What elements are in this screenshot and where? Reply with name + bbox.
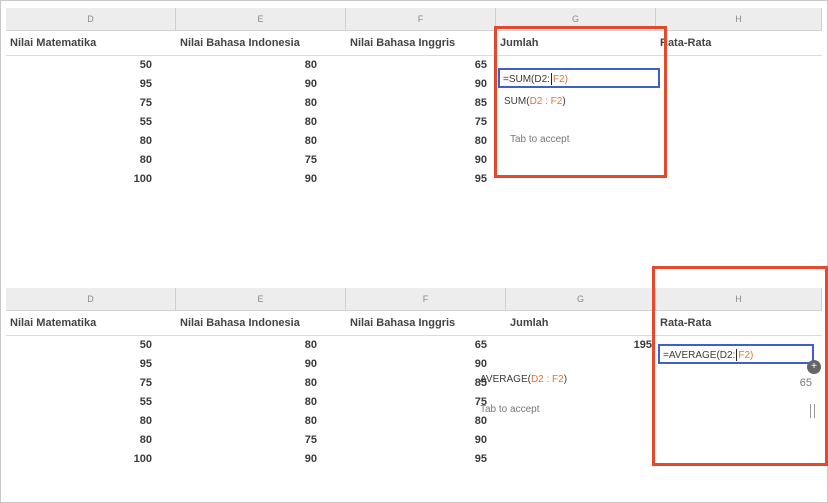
cell-f[interactable]: 90 (346, 75, 491, 94)
table-row: 100 90 95 (6, 170, 822, 189)
cell-e[interactable]: 90 (176, 75, 321, 94)
header-row: Nilai Matematika Nilai Bahasa Indonesia … (6, 31, 822, 56)
cell-e[interactable]: 90 (176, 170, 321, 189)
column-header-e[interactable]: E (176, 288, 346, 310)
cell-d[interactable]: 100 (6, 170, 156, 189)
cell-e[interactable]: 80 (176, 56, 321, 75)
cell-d[interactable]: 80 (6, 412, 156, 431)
table-row: 55 80 75 (6, 113, 822, 132)
cell-d[interactable]: 80 (6, 151, 156, 170)
cell-e[interactable]: 80 (176, 94, 321, 113)
cell-f[interactable]: 65 (346, 336, 491, 355)
header-nilai-bahasa-indonesia[interactable]: Nilai Bahasa Indonesia (176, 31, 346, 55)
header-nilai-bahasa-inggris[interactable]: Nilai Bahasa Inggris (346, 311, 506, 335)
cell-d[interactable]: 100 (6, 450, 156, 469)
highlight-box-rata-rata (652, 266, 828, 466)
column-header-d[interactable]: D (6, 288, 176, 310)
cell-f[interactable]: 85 (346, 94, 491, 113)
cell-e[interactable]: 80 (176, 374, 321, 393)
cell-e[interactable]: 75 (176, 431, 321, 450)
cell-f[interactable]: 90 (346, 355, 491, 374)
table-row: 75 80 85 (6, 94, 822, 113)
cell-e[interactable]: 80 (176, 336, 321, 355)
cell-e[interactable]: 90 (176, 450, 321, 469)
table-row: 95 90 90 (6, 75, 822, 94)
cell-d[interactable]: 80 (6, 431, 156, 450)
column-header-row: D E F G H (6, 8, 822, 31)
tab-accept-hint: Tab to accept (480, 404, 540, 415)
cell-f[interactable]: 95 (346, 170, 491, 189)
cell-e[interactable]: 80 (176, 132, 321, 151)
hint-range: D2 : F2 (530, 374, 564, 385)
function-hint: AVERAGE(D2 : F2) (480, 374, 567, 385)
cell-e[interactable]: 80 (176, 393, 321, 412)
column-header-f[interactable]: F (346, 8, 496, 30)
cell-f[interactable]: 85 (346, 374, 491, 393)
cell-d[interactable]: 95 (6, 75, 156, 94)
column-header-h[interactable]: H (656, 8, 822, 30)
cell-f[interactable]: 90 (346, 151, 491, 170)
cell-e[interactable]: 80 (176, 113, 321, 132)
cell-f[interactable]: 75 (346, 393, 491, 412)
column-header-f[interactable]: F (346, 288, 506, 310)
highlight-box-jumlah (494, 26, 667, 178)
header-nilai-bahasa-indonesia[interactable]: Nilai Bahasa Indonesia (176, 311, 346, 335)
cell-f[interactable]: 80 (346, 132, 491, 151)
header-nilai-bahasa-inggris[interactable]: Nilai Bahasa Inggris (346, 31, 496, 55)
header-nilai-matematika[interactable]: Nilai Matematika (6, 311, 176, 335)
cell-f[interactable]: 90 (346, 431, 491, 450)
column-header-g[interactable]: G (506, 288, 656, 310)
header-jumlah[interactable]: Jumlah (506, 311, 656, 335)
cell-d[interactable]: 75 (6, 374, 156, 393)
hint-close: ) (563, 374, 568, 385)
column-header-e[interactable]: E (176, 8, 346, 30)
table-row: 80 80 80 (6, 132, 822, 151)
spreadsheet-top: D E F G H Nilai Matematika Nilai Bahasa … (6, 8, 822, 189)
cell-f[interactable]: 65 (346, 56, 491, 75)
column-header-d[interactable]: D (6, 8, 176, 30)
table-row: 80 75 90 (6, 151, 822, 170)
cell-e[interactable]: 80 (176, 412, 321, 431)
cell-d[interactable]: 80 (6, 132, 156, 151)
header-rata-rata[interactable]: Rata-Rata (656, 31, 822, 55)
cell-d[interactable]: 55 (6, 113, 156, 132)
cell-d[interactable]: 50 (6, 56, 156, 75)
header-nilai-matematika[interactable]: Nilai Matematika (6, 31, 176, 55)
cell-f[interactable]: 80 (346, 412, 491, 431)
cell-d[interactable]: 50 (6, 336, 156, 355)
cell-f[interactable]: 75 (346, 113, 491, 132)
table-row: 50 80 65 (6, 56, 822, 75)
cell-d[interactable]: 55 (6, 393, 156, 412)
cell-f[interactable]: 95 (346, 450, 491, 469)
cell-d[interactable]: 95 (6, 355, 156, 374)
hint-function: AVERAGE( (480, 374, 531, 385)
cell-jumlah[interactable]: 195 (506, 336, 656, 355)
cell-e[interactable]: 75 (176, 151, 321, 170)
cell-d[interactable]: 75 (6, 94, 156, 113)
cell-e[interactable]: 90 (176, 355, 321, 374)
